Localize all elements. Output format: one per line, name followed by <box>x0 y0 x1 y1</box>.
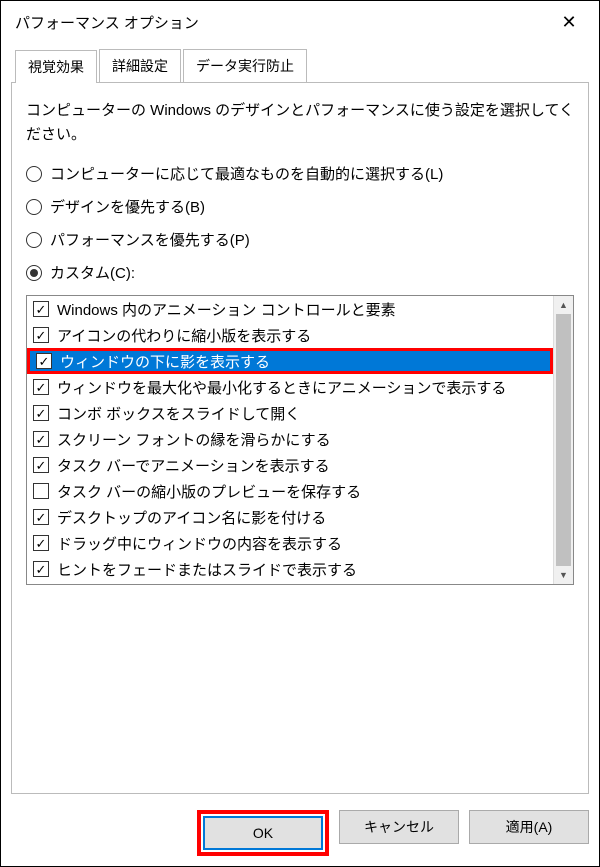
content-area: 視覚効果詳細設定データ実行防止 コンピューターの Windows のデザインとパ… <box>1 43 599 804</box>
item-label: コンボ ボックスをスライドして開く <box>57 403 300 424</box>
radio-option-0[interactable]: コンピューターに応じて最適なものを自動的に選択する(L) <box>26 163 574 184</box>
list-item[interactable]: タスク バーの縮小版のプレビューを保存する <box>27 478 553 504</box>
window-title: パフォーマンス オプション <box>15 12 199 33</box>
checkbox-icon[interactable] <box>33 561 49 577</box>
checkbox-icon[interactable] <box>33 483 49 499</box>
checkbox-icon[interactable] <box>33 509 49 525</box>
list-item[interactable]: スクリーン フォントの縁を滑らかにする <box>27 426 553 452</box>
checkbox-icon[interactable] <box>33 379 49 395</box>
list-item[interactable]: タスク バーでアニメーションを表示する <box>27 452 553 478</box>
button-row: OK キャンセル 適用(A) <box>1 804 599 866</box>
item-label: スクリーン フォントの縁を滑らかにする <box>57 429 331 450</box>
list-item[interactable]: デスクトップのアイコン名に影を付ける <box>27 504 553 530</box>
tab-bar: 視覚効果詳細設定データ実行防止 <box>15 49 589 82</box>
radio-label: パフォーマンスを優先する(P) <box>50 229 250 250</box>
item-label: タスク バーの縮小版のプレビューを保存する <box>57 481 361 502</box>
tab-0[interactable]: 視覚効果 <box>15 50 97 83</box>
checkbox-icon[interactable] <box>33 457 49 473</box>
item-label: ウィンドウの下に影を表示する <box>60 351 270 372</box>
radio-icon <box>26 199 42 215</box>
radio-label: コンピューターに応じて最適なものを自動的に選択する(L) <box>50 163 443 184</box>
item-label: デスクトップのアイコン名に影を付ける <box>57 507 326 528</box>
item-label: アイコンの代わりに縮小版を表示する <box>57 325 311 346</box>
list-item[interactable]: Windows 内のアニメーション コントロールと要素 <box>27 296 553 322</box>
list-item[interactable]: アイコンの代わりに縮小版を表示する <box>27 322 553 348</box>
radio-icon <box>26 166 42 182</box>
checkbox-icon[interactable] <box>36 353 52 369</box>
apply-button[interactable]: 適用(A) <box>469 810 589 844</box>
item-label: ヒントをフェードまたはスライドで表示する <box>57 559 357 580</box>
scroll-thumb[interactable] <box>556 314 571 566</box>
checkbox-icon[interactable] <box>33 405 49 421</box>
item-label: Windows 内のアニメーション コントロールと要素 <box>57 299 396 320</box>
ok-button[interactable]: OK <box>203 816 323 850</box>
cancel-button[interactable]: キャンセル <box>339 810 459 844</box>
radio-group: コンピューターに応じて最適なものを自動的に選択する(L) デザインを優先する(B)… <box>26 163 574 283</box>
scroll-down-icon[interactable]: ▼ <box>554 566 573 584</box>
radio-label: デザインを優先する(B) <box>50 196 205 217</box>
performance-options-window: パフォーマンス オプション ✕ 視覚効果詳細設定データ実行防止 コンピューターの… <box>0 0 600 867</box>
tab-panel-visual-effects: コンピューターの Windows のデザインとパフォーマンスに使う設定を選択して… <box>11 82 589 794</box>
list-item[interactable]: ウィンドウの下に影を表示する <box>27 348 553 374</box>
checkbox-icon[interactable] <box>33 535 49 551</box>
radio-icon <box>26 265 42 281</box>
scroll-up-icon[interactable]: ▲ <box>554 296 573 314</box>
effects-list: Windows 内のアニメーション コントロールと要素アイコンの代わりに縮小版を… <box>26 295 574 585</box>
scrollbar[interactable]: ▲ ▼ <box>553 296 573 584</box>
list-item[interactable]: ドラッグ中にウィンドウの内容を表示する <box>27 530 553 556</box>
radio-option-2[interactable]: パフォーマンスを優先する(P) <box>26 229 574 250</box>
item-label: ドラッグ中にウィンドウの内容を表示する <box>57 533 342 554</box>
checkbox-icon[interactable] <box>33 327 49 343</box>
description-text: コンピューターの Windows のデザインとパフォーマンスに使う設定を選択して… <box>26 99 574 147</box>
checkbox-icon[interactable] <box>33 431 49 447</box>
radio-option-1[interactable]: デザインを優先する(B) <box>26 196 574 217</box>
close-button[interactable]: ✕ <box>549 7 589 37</box>
item-label: ウィンドウを最大化や最小化するときにアニメーションで表示する <box>57 377 506 398</box>
tab-2[interactable]: データ実行防止 <box>183 49 307 82</box>
radio-icon <box>26 232 42 248</box>
item-label: タスク バーでアニメーションを表示する <box>57 455 330 476</box>
list-item[interactable]: ヒントをフェードまたはスライドで表示する <box>27 556 553 582</box>
list-item[interactable]: コンボ ボックスをスライドして開く <box>27 400 553 426</box>
radio-label: カスタム(C): <box>50 262 135 283</box>
ok-button-highlight: OK <box>197 810 329 856</box>
tab-1[interactable]: 詳細設定 <box>99 49 181 82</box>
radio-option-3[interactable]: カスタム(C): <box>26 262 574 283</box>
checkbox-icon[interactable] <box>33 301 49 317</box>
list-item[interactable]: ウィンドウを最大化や最小化するときにアニメーションで表示する <box>27 374 553 400</box>
close-icon: ✕ <box>561 12 576 33</box>
list-items: Windows 内のアニメーション コントロールと要素アイコンの代わりに縮小版を… <box>27 296 553 584</box>
titlebar: パフォーマンス オプション ✕ <box>1 1 599 43</box>
